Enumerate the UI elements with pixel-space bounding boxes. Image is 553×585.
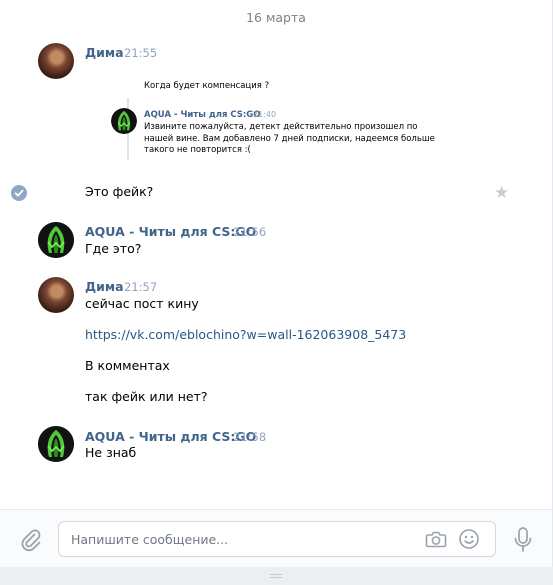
message-time[interactable]: 21:57 xyxy=(124,280,157,294)
smile-icon[interactable] xyxy=(458,528,480,550)
camera-icon[interactable] xyxy=(425,529,447,549)
message-author[interactable]: Дима xyxy=(85,45,124,60)
star-icon[interactable]: ★ xyxy=(494,183,509,203)
message-text: так фейк или нет? xyxy=(85,389,208,404)
message-link[interactable]: https://vk.com/eblochino?w=wall-16206390… xyxy=(85,327,406,342)
chat-history[interactable]: 16 марта Дима 21:55 Когда будет компенса… xyxy=(0,0,553,509)
user-photo-avatar[interactable] xyxy=(38,277,74,313)
forwarded-author[interactable]: AQUA - Читы для CS:GO xyxy=(144,110,261,120)
message-text: сейчас пост кину xyxy=(85,296,199,311)
paperclip-icon[interactable] xyxy=(18,527,44,553)
message-text: Это фейк? xyxy=(85,184,154,199)
message-text: Не знаб xyxy=(85,445,137,460)
message-input-box[interactable] xyxy=(58,521,496,557)
selected-check-icon[interactable] xyxy=(11,185,27,201)
microphone-icon[interactable] xyxy=(512,526,534,554)
message-time[interactable]: 21:58 xyxy=(233,430,266,444)
message-time[interactable]: 21:55 xyxy=(124,46,157,60)
message-text: Где это? xyxy=(85,241,142,256)
forwarded-body: Извините пожалуйста, детект действительн… xyxy=(144,122,435,155)
message-text: В комментах xyxy=(85,358,170,373)
forwarded-message-text: Когда будет компенсация ? xyxy=(144,81,270,91)
message-time[interactable]: 21:56 xyxy=(233,225,266,239)
forwarded-time: 21:40 xyxy=(253,110,277,119)
date-separator: 16 марта xyxy=(246,10,306,25)
aqua-logo-avatar[interactable] xyxy=(111,108,137,134)
message-author[interactable]: AQUA - Читы для CS:GO xyxy=(85,429,256,444)
user-photo-avatar[interactable] xyxy=(38,43,74,79)
message-composer xyxy=(0,509,553,567)
message-input[interactable] xyxy=(71,530,411,548)
message-author[interactable]: AQUA - Читы для CS:GO xyxy=(85,224,256,239)
resize-handle-icon[interactable] xyxy=(268,564,284,578)
message-author[interactable]: Дима xyxy=(85,279,124,294)
aqua-logo-avatar[interactable] xyxy=(38,222,74,258)
aqua-logo-avatar[interactable] xyxy=(38,426,74,462)
